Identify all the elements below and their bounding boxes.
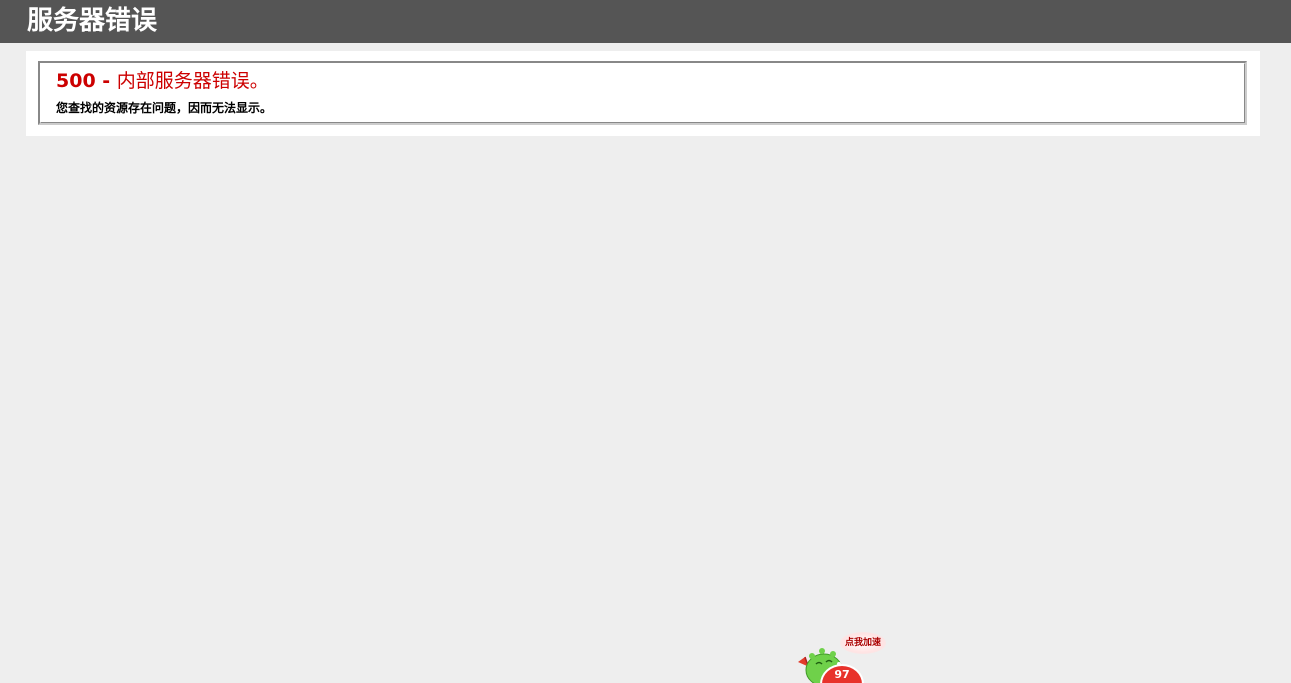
speedup-bubble[interactable]: 点我加速	[840, 632, 886, 654]
error-title: 内部服务器错误。	[116, 70, 269, 92]
content-panel: 500 - 内部服务器错误。 您查找的资源存在问题，因而无法显示。	[26, 51, 1260, 136]
error-box: 500 - 内部服务器错误。 您查找的资源存在问题，因而无法显示。	[38, 61, 1247, 125]
error-code: 500 -	[56, 70, 117, 92]
header-title: 服务器错误	[27, 6, 158, 36]
error-description: 您查找的资源存在问题，因而无法显示。	[56, 101, 273, 115]
speedup-widget[interactable]: 点我加速 97	[796, 628, 890, 683]
error-heading: 500 - 内部服务器错误。	[56, 66, 269, 93]
page-header: 服务器错误	[0, 0, 1291, 43]
